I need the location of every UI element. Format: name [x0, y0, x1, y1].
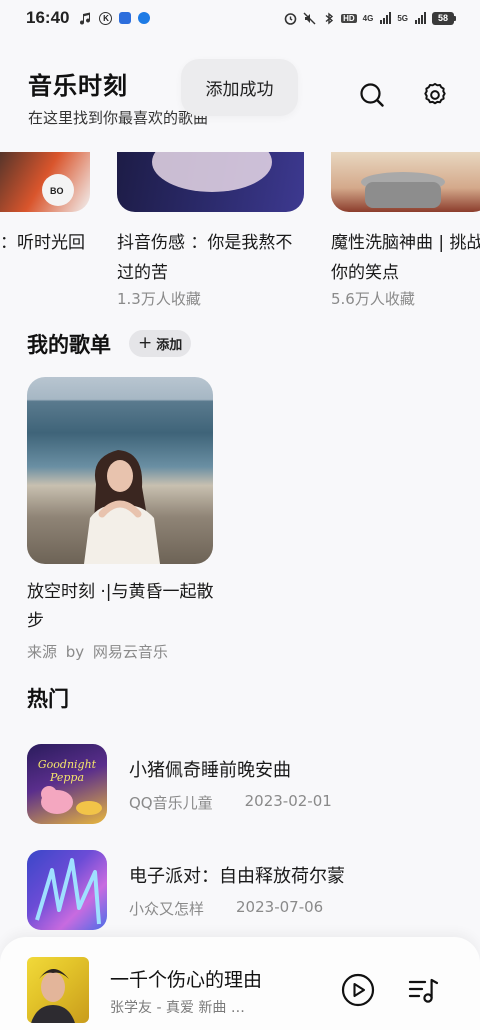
search-button[interactable] — [357, 80, 387, 110]
signal-icon — [415, 12, 426, 24]
app-notification-dot-icon — [138, 12, 151, 24]
now-playing-artist: 张学友 - 真爱 新曲 … — [110, 1000, 245, 1016]
playlist-icon — [408, 978, 439, 1003]
carousel-item-title[interactable]: 抖音伤感 ：你是我熬不过的苦 — [117, 228, 307, 288]
playlist-cover[interactable] — [117, 152, 304, 212]
alarm-icon — [284, 12, 297, 25]
mini-player[interactable]: 一千个伤心的理由 张学友 - 真爱 新曲 … — [0, 937, 480, 1030]
app-page: 16:40 K HD 4G 5G 58 音乐时刻 在这里找到你最喜欢的歌曲 添加… — [0, 0, 480, 1030]
hot-section-title: 热门 — [27, 687, 69, 711]
network-5g-label: 5G — [397, 13, 408, 23]
list-item[interactable]: Goodnight Peppa 小猪佩奇睡前晚安曲 QQ音乐儿童 2023-02… — [0, 744, 480, 826]
person-photo — [84, 450, 160, 564]
hot-item-author: 小众又怎样 — [129, 900, 205, 918]
svg-text:Peppa: Peppa — [49, 771, 84, 784]
hot-item-date: 2023-07-06 — [236, 898, 324, 916]
battery-icon: 58 — [432, 11, 456, 25]
my-playlist-cover[interactable] — [27, 377, 213, 564]
hot-item-date: 2023-02-01 — [244, 792, 332, 810]
page-subtitle: 在这里找到你最喜欢的歌曲 — [28, 109, 209, 127]
search-icon — [360, 83, 384, 107]
carousel-item-title[interactable]: ：听时光回 — [0, 228, 95, 258]
page-title: 音乐时刻 — [28, 72, 128, 100]
hot-item-author: QQ音乐儿童 — [129, 794, 213, 812]
playlist-cover[interactable] — [331, 152, 480, 212]
hot-item-title: 小猪佩奇睡前晚安曲 — [129, 760, 291, 781]
play-button[interactable] — [340, 972, 376, 1008]
list-item[interactable]: 电子派对：自由释放荷尔蒙 小众又怎样 2023-07-06 — [0, 850, 480, 932]
playlist-cover[interactable]: BO — [0, 152, 90, 212]
music-note-icon — [79, 12, 92, 25]
hd-voice-icon: HD — [341, 13, 357, 23]
carousel-item-title[interactable]: 魔性洗脑神曲 | 挑战你的笑点 — [331, 228, 480, 288]
k-app-icon: K — [99, 11, 113, 25]
my-playlists-title: 我的歌单 — [27, 333, 111, 357]
my-playlist-source: 来源 by 网易云音乐 — [27, 643, 168, 661]
toast-message: 添加成功 — [181, 59, 298, 116]
play-icon — [341, 973, 375, 1007]
status-time: 16:40 — [26, 8, 70, 27]
status-bar: 16:40 K HD 4G 5G 58 — [0, 0, 480, 36]
add-playlist-button[interactable]: + 添加 — [129, 330, 192, 357]
bluetooth-icon — [322, 12, 335, 25]
now-playing-cover — [27, 957, 89, 1023]
hot-item-title: 电子派对：自由释放荷尔蒙 — [129, 866, 345, 887]
now-playing-title: 一千个伤心的理由 — [110, 969, 263, 991]
hot-item-cover — [27, 850, 107, 930]
carousel-item-favorites: 1.3万人收藏 — [117, 290, 201, 308]
my-playlist-title[interactable]: 放空时刻 ·|与黄昏一起散步 — [27, 578, 217, 636]
gear-icon — [424, 82, 446, 105]
svg-text:BO: BO — [50, 186, 64, 196]
signal-icon — [380, 12, 392, 24]
settings-button[interactable] — [420, 80, 450, 110]
hot-item-cover: Goodnight Peppa — [27, 744, 107, 824]
mute-icon — [303, 12, 316, 25]
app-notification-icon — [119, 12, 132, 24]
svg-text:Goodnight: Goodnight — [38, 758, 97, 771]
playlist-queue-button[interactable] — [405, 972, 441, 1008]
carousel-item-favorites: 5.6万人收藏 — [331, 290, 415, 308]
add-playlist-label: 添加 — [156, 338, 183, 353]
network-4g-label: 4G — [362, 13, 374, 23]
plus-icon: + — [138, 333, 153, 353]
